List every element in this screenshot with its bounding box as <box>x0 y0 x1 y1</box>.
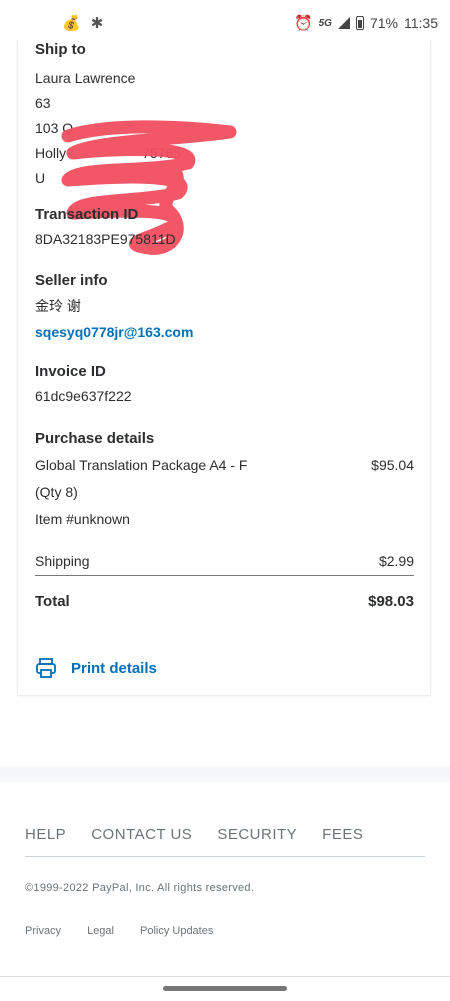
item-number: Item #unknown <box>35 511 130 527</box>
seller-name: 金玲 谢 <box>35 298 81 314</box>
footer-separator-band <box>0 766 450 782</box>
footer: HELP CONTACT US SECURITY FEES ©1999-2022… <box>0 782 450 1000</box>
footer-security-link[interactable]: SECURITY <box>217 826 297 843</box>
total-divider <box>35 575 414 576</box>
seller-email-link[interactable]: sqesyq0778jr@163.com <box>35 324 193 340</box>
item-quantity: (Qty 8) <box>35 484 78 500</box>
transaction-id-value: 8DA32183PE975811D <box>35 231 176 247</box>
footer-divider <box>25 856 425 857</box>
bug-icon: ✱ <box>90 15 104 32</box>
footer-copyright: ©1999-2022 PayPal, Inc. All rights reser… <box>25 882 255 894</box>
footer-help-link[interactable]: HELP <box>25 826 66 843</box>
transaction-id-section: Transaction ID 8DA32183PE975811D <box>35 206 414 247</box>
transaction-details-card: Ship to Laura Lawrence 63 103 Q Holly 757… <box>17 40 431 696</box>
shipping-label: Shipping <box>35 553 90 569</box>
footer-privacy-link[interactable]: Privacy <box>25 925 61 937</box>
battery-icon <box>355 16 364 30</box>
purchase-details-label: Purchase details <box>35 430 155 447</box>
print-details-link[interactable]: Print details <box>35 657 414 679</box>
home-gesture-handle[interactable] <box>163 986 287 991</box>
invoice-id-section: Invoice ID 61dc9e637f222 <box>35 363 414 404</box>
shipping-value: $2.99 <box>378 553 414 569</box>
ship-to-name: Laura Lawrence <box>35 70 136 86</box>
battery-percent: 71% <box>369 15 398 31</box>
system-nav-bar <box>0 976 450 1001</box>
total-value: $98.03 <box>368 593 414 610</box>
clock-time: 11:35 <box>404 15 438 31</box>
item-price: $95.04 <box>371 457 414 473</box>
seller-info-section: Seller info 金玲 谢 sqesyq0778jr@163.com <box>35 272 414 342</box>
invoice-id-label: Invoice ID <box>35 363 106 380</box>
footer-contact-link[interactable]: CONTACT US <box>91 826 192 843</box>
network-type: 5G <box>318 17 332 29</box>
invoice-id-value: 61dc9e637f222 <box>35 388 132 404</box>
purchase-details-section: Purchase details Global Translation Pack… <box>35 430 414 610</box>
footer-legal-link[interactable]: Legal <box>87 925 114 937</box>
item-name: Global Translation Package A4 - F <box>35 457 248 473</box>
signal-icon <box>337 17 350 29</box>
ship-to-label: Ship to <box>35 41 86 58</box>
shipping-row: Shipping $2.99 <box>35 553 414 569</box>
footer-legal-links: Privacy Legal Policy Updates <box>25 925 213 937</box>
printer-icon <box>36 658 56 678</box>
alarm-icon: ⏰ <box>293 15 313 32</box>
footer-links: HELP CONTACT US SECURITY FEES <box>25 826 363 843</box>
transaction-id-label: Transaction ID <box>35 206 139 223</box>
total-label: Total <box>35 593 70 610</box>
footer-policy-updates-link[interactable]: Policy Updates <box>140 925 213 937</box>
purchase-item-row: Global Translation Package A4 - F $95.04 <box>35 457 414 473</box>
total-row: Total $98.03 <box>35 593 414 610</box>
ship-to-line-1: 63 <box>35 95 51 111</box>
footer-fees-link[interactable]: FEES <box>322 826 363 843</box>
money-bag-icon: 💰 <box>62 15 81 32</box>
seller-info-label: Seller info <box>35 272 108 289</box>
print-details-label: Print details <box>71 659 157 677</box>
